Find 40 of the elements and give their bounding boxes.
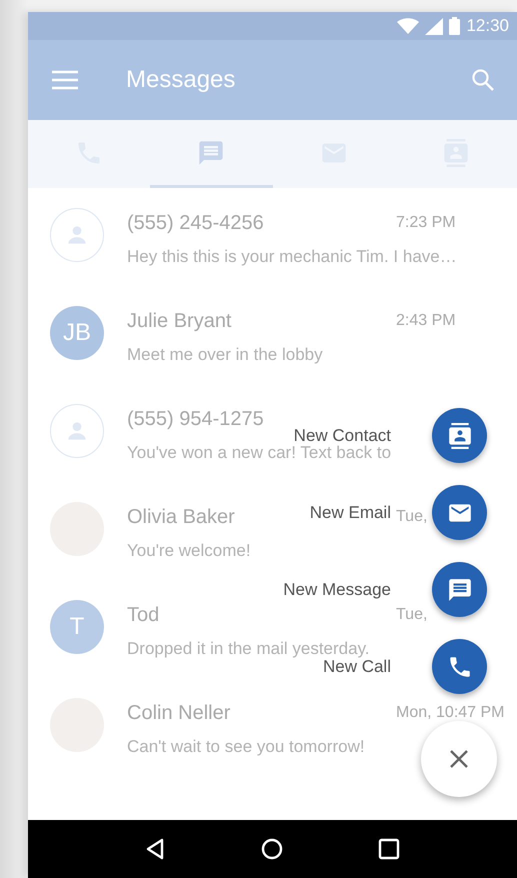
message-preview: Meet me over in the lobby <box>127 344 323 366</box>
message-action-button[interactable] <box>432 562 487 617</box>
message-preview: You're welcome! <box>127 540 251 562</box>
message-preview: Dropped it in the mail yesterday. <box>127 638 370 660</box>
home-icon <box>261 838 284 860</box>
call-action-button[interactable] <box>432 639 487 694</box>
message-time: Mon, 10:47 PM <box>396 703 504 723</box>
message-time: 2:43 PM <box>396 311 456 331</box>
contact-card-icon <box>446 422 472 448</box>
chat-bubble-icon <box>446 576 472 602</box>
contact-name: Olivia Baker <box>127 505 235 530</box>
wifi-icon <box>397 18 420 34</box>
contact-name: (555) 954-1275 <box>127 407 264 432</box>
recents-icon <box>378 838 400 860</box>
home-button[interactable] <box>261 838 284 860</box>
app-title: Messages <box>126 65 236 95</box>
search-icon <box>471 68 495 92</box>
message-preview: Can't wait to see you tomorrow! <box>127 736 365 758</box>
chat-bubble-icon <box>197 138 226 166</box>
message-time: Tue, <box>396 507 428 527</box>
message-time: 7:23 PM <box>396 213 456 233</box>
contact-name: Tod <box>127 603 160 628</box>
message-time: Tue, <box>396 605 428 625</box>
recents-button[interactable] <box>378 838 400 860</box>
signal-icon <box>425 18 444 34</box>
contact-action-button[interactable] <box>432 408 487 463</box>
status-time: 12:30 <box>466 15 509 38</box>
action-label: New Call <box>322 656 391 678</box>
initials-avatar: JB <box>50 306 104 360</box>
message-preview: Hey this this is your mechanic Tim. I have… <box>127 246 457 268</box>
contact-name: Julie Bryant <box>127 309 232 334</box>
email-action-button[interactable] <box>432 485 487 540</box>
initials-avatar: T <box>50 600 104 654</box>
battery-icon <box>449 17 460 35</box>
menu-icon <box>52 70 78 90</box>
close-icon <box>449 749 469 769</box>
contact-name: Colin Neller <box>127 701 230 726</box>
contact-name: (555) 245-4256 <box>127 211 264 236</box>
action-label: New Message <box>283 578 391 601</box>
action-label: New Email <box>310 502 391 524</box>
